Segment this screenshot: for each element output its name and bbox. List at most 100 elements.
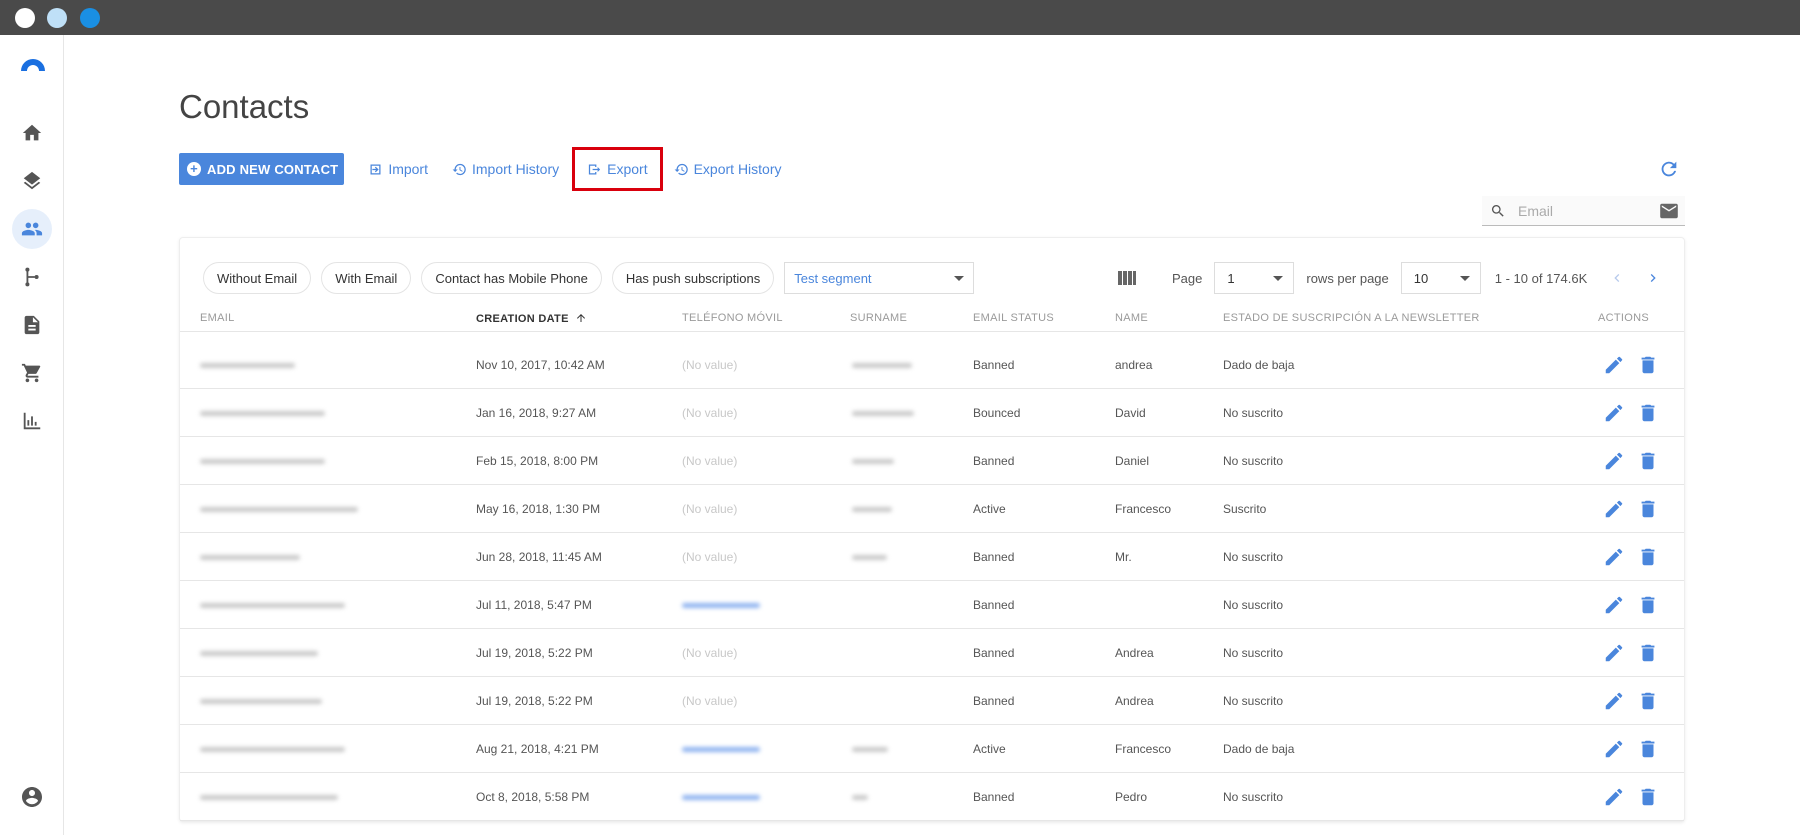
edit-icon[interactable] <box>1603 738 1625 760</box>
chevron-left-icon[interactable] <box>1609 270 1625 286</box>
redacted-surname <box>852 507 892 512</box>
column-header-email-status[interactable]: EMAIL STATUS <box>973 312 1054 324</box>
column-header-surname[interactable]: SURNAME <box>850 312 907 324</box>
redacted-email <box>200 363 295 368</box>
delete-icon[interactable] <box>1637 594 1659 616</box>
cell-creation-date: Jun 28, 2018, 11:45 AM <box>476 550 602 564</box>
table-row[interactable]: Jul 11, 2018, 5:47 PM Banned No suscrito <box>180 581 1684 629</box>
edit-icon[interactable] <box>1603 690 1625 712</box>
table-row[interactable]: Aug 21, 2018, 4:21 PM Active Francesco Dado… <box>180 725 1684 773</box>
pagination: Page 1 rows per page 10 1 - 10 of 174.6K <box>1118 262 1661 294</box>
window-maximize-button[interactable] <box>80 8 100 28</box>
sidebar-item-analytics[interactable] <box>12 401 52 441</box>
chevron-down-icon <box>1459 275 1470 281</box>
cell-newsletter: No suscrito <box>1223 646 1284 660</box>
table-row[interactable]: Jul 19, 2018, 5:22 PM (No value) Banned And… <box>180 629 1684 677</box>
edit-icon[interactable] <box>1603 450 1625 472</box>
delete-icon[interactable] <box>1637 642 1659 664</box>
cell-newsletter: No suscrito <box>1223 598 1284 612</box>
chevron-right-icon[interactable] <box>1645 270 1661 286</box>
delete-icon[interactable] <box>1637 690 1659 712</box>
edit-icon[interactable] <box>1603 594 1625 616</box>
table-row[interactable]: Jan 16, 2018, 9:27 AM (No value) Bounced Da… <box>180 389 1684 437</box>
table-row[interactable]: Nov 10, 2017, 10:42 AM (No value) Banned an… <box>180 341 1684 389</box>
cell-creation-date: Aug 21, 2018, 4:21 PM <box>476 742 599 756</box>
import-label: Import <box>388 161 428 177</box>
column-header-mobile[interactable]: TELÉFONO MÓVIL <box>682 312 783 324</box>
delete-icon[interactable] <box>1637 786 1659 808</box>
page-select[interactable]: 1 <box>1214 262 1295 294</box>
redacted-surname <box>852 459 894 464</box>
sidebar-item-flows[interactable] <box>12 257 52 297</box>
export-link[interactable]: Export <box>572 147 663 191</box>
cell-email-status: Bounced <box>973 406 1021 420</box>
column-header-newsletter[interactable]: ESTADO DE SUSCRIPCIÓN A LA NEWSLETTER <box>1223 312 1480 324</box>
sidebar <box>0 35 64 835</box>
import-history-link[interactable]: Import History <box>446 153 565 185</box>
redacted-email <box>200 651 318 656</box>
page-label: Page <box>1172 270 1203 286</box>
table-row[interactable]: Jun 28, 2018, 11:45 AM (No value) Banned Mr… <box>180 533 1684 581</box>
delete-icon[interactable] <box>1637 402 1659 424</box>
home-icon <box>22 124 42 141</box>
edit-icon[interactable] <box>1603 546 1625 568</box>
cell-email-status: Banned <box>973 454 1015 468</box>
cell-email-status: Banned <box>973 550 1015 564</box>
sidebar-item-contacts[interactable] <box>12 209 52 249</box>
layers-icon <box>23 171 41 190</box>
table-row[interactable]: May 16, 2018, 1:30 PM (No value) Active Fra… <box>180 485 1684 533</box>
column-header-email[interactable]: EMAIL <box>200 312 235 324</box>
columns-icon[interactable] <box>1118 270 1136 286</box>
filter-chip-push-subscriptions[interactable]: Has push subscriptions <box>611 262 775 294</box>
table-row[interactable]: Jul 19, 2018, 5:22 PM (No value) Banned And… <box>180 677 1684 725</box>
redacted-email <box>200 699 322 704</box>
add-new-contact-button[interactable]: + ADD NEW CONTACT <box>179 153 345 185</box>
segment-select[interactable]: Test segment <box>784 262 975 294</box>
cart-icon <box>21 363 41 383</box>
flow-icon <box>25 267 39 287</box>
column-header-name[interactable]: NAME <box>1115 312 1148 324</box>
edit-icon[interactable] <box>1603 498 1625 520</box>
export-history-link[interactable]: Export History <box>668 153 788 185</box>
edit-icon[interactable] <box>1603 402 1625 424</box>
edit-icon[interactable] <box>1603 786 1625 808</box>
filter-chip-with-email[interactable]: With Email <box>321 262 412 294</box>
column-header-creation-date[interactable]: CREATION DATE <box>476 312 587 325</box>
sidebar-item-cart[interactable] <box>12 353 52 393</box>
rows-per-page-select[interactable]: 10 <box>1400 262 1481 294</box>
delete-icon[interactable] <box>1637 738 1659 760</box>
cell-email-status: Active <box>973 742 1006 756</box>
email-search-input[interactable] <box>1518 202 1648 219</box>
sidebar-item-home[interactable] <box>12 113 52 153</box>
redacted-mobile <box>682 795 760 800</box>
filter-chip-without-email[interactable]: Without Email <box>203 262 312 294</box>
cell-name: Andrea <box>1115 694 1154 708</box>
delete-icon[interactable] <box>1637 546 1659 568</box>
mail-icon[interactable] <box>1659 203 1679 219</box>
filter-chips: Without Email With Email Contact has Mob… <box>203 262 975 294</box>
redacted-surname <box>852 411 914 416</box>
redacted-email <box>200 459 325 464</box>
pagination-range: 1 - 10 of 174.6K <box>1494 270 1588 286</box>
filter-chip-mobile-phone[interactable]: Contact has Mobile Phone <box>421 262 602 294</box>
refresh-icon[interactable] <box>1658 158 1680 180</box>
table-row[interactable]: Feb 15, 2018, 8:00 PM (No value) Banned Dan… <box>180 437 1684 485</box>
user-icon[interactable] <box>20 785 44 809</box>
app-logo-icon[interactable] <box>18 55 48 71</box>
cell-email-status: Banned <box>973 598 1015 612</box>
table-row[interactable]: Oct 8, 2018, 5:58 PM Banned Pedro No suscri… <box>180 773 1684 821</box>
delete-icon[interactable] <box>1637 498 1659 520</box>
sidebar-item-documents[interactable] <box>12 305 52 345</box>
sidebar-item-layers[interactable] <box>12 161 52 201</box>
delete-icon[interactable] <box>1637 450 1659 472</box>
redacted-email <box>200 747 345 752</box>
edit-icon[interactable] <box>1603 354 1625 376</box>
redacted-surname <box>852 795 868 800</box>
delete-icon[interactable] <box>1637 354 1659 376</box>
column-header-creation-date-label: CREATION DATE <box>476 313 569 325</box>
edit-icon[interactable] <box>1603 642 1625 664</box>
window-close-button[interactable] <box>15 8 35 28</box>
export-label: Export <box>607 161 648 177</box>
window-minimize-button[interactable] <box>47 8 67 28</box>
import-link[interactable]: Import <box>362 153 434 185</box>
